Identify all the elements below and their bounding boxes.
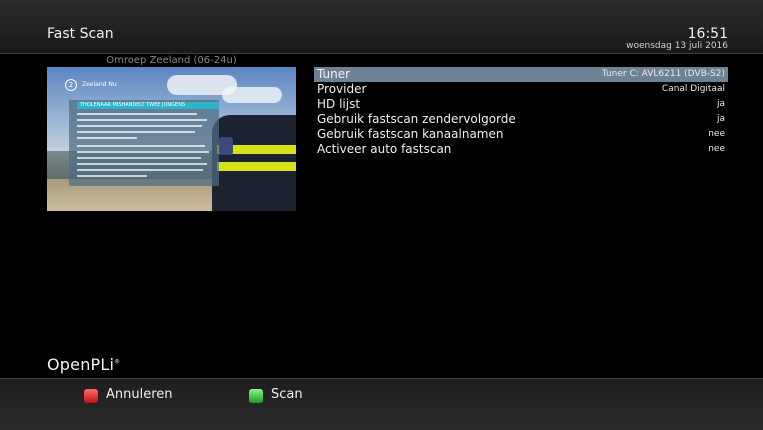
setting-label: HD lijst xyxy=(317,97,361,111)
teletext-line xyxy=(77,131,195,133)
teletext-line xyxy=(77,119,207,121)
footer-bar: Annuleren Scan xyxy=(0,378,763,430)
setting-value: nee xyxy=(708,129,725,139)
teletext-line xyxy=(77,163,207,165)
setting-row-hd-lijst[interactable]: HD lijst ja xyxy=(314,97,728,112)
tv-preview: 2 Zeeland Nu THOLENAAR MISHANDELT TWEE J… xyxy=(47,67,296,211)
setting-row-tuner[interactable]: Tuner Tuner C: AVL6211 (DVB-S2) xyxy=(314,67,728,82)
page-title: Fast Scan xyxy=(47,26,114,42)
setting-row-auto-fastscan[interactable]: Activeer auto fastscan nee xyxy=(314,142,728,157)
teletext-line xyxy=(77,169,203,171)
clock: 16:51 xyxy=(687,26,728,42)
setting-value: ja xyxy=(716,114,725,124)
setting-value: ja xyxy=(716,99,725,109)
preview-cloud xyxy=(222,87,282,103)
channel-name: Omroep Zeeland (06-24u) xyxy=(106,55,237,66)
preview-reflective-stripe xyxy=(217,162,296,171)
setting-label: Tuner xyxy=(317,67,351,81)
setting-row-zendervolgorde[interactable]: Gebruik fastscan zendervolgorde ja xyxy=(314,112,728,127)
setting-row-kanaalnamen[interactable]: Gebruik fastscan kanaalnamen nee xyxy=(314,127,728,142)
setting-value: nee xyxy=(708,144,725,154)
station-tag: Zeeland Nu xyxy=(82,81,117,88)
teletext-line xyxy=(77,151,209,153)
setting-row-provider[interactable]: Provider Canal Digitaal xyxy=(314,82,728,97)
cancel-button[interactable]: Annuleren xyxy=(106,387,173,402)
setting-label: Gebruik fastscan kanaalnamen xyxy=(317,127,504,141)
teletext-line xyxy=(77,113,197,115)
teletext-line xyxy=(77,125,202,127)
brand-name: OpenPLi xyxy=(47,355,115,374)
green-key-icon[interactable] xyxy=(249,389,263,403)
teletext-line xyxy=(77,157,201,159)
red-key-icon[interactable] xyxy=(84,389,98,403)
channel-logo-icon: 2 xyxy=(65,79,77,91)
settings-list: Tuner Tuner C: AVL6211 (DVB-S2) Provider… xyxy=(314,67,728,157)
teletext-line xyxy=(77,145,205,147)
preview-police-badge xyxy=(219,137,233,155)
setting-value: Tuner C: AVL6211 (DVB-S2) xyxy=(601,69,725,79)
header-bar: Fast Scan 16:51 woensdag 13 juli 2016 xyxy=(0,0,763,54)
date-label: woensdag 13 juli 2016 xyxy=(626,41,728,51)
scan-button[interactable]: Scan xyxy=(271,387,303,402)
teletext-line xyxy=(77,175,147,177)
setting-label: Activeer auto fastscan xyxy=(317,142,452,156)
registered-mark: ® xyxy=(114,358,121,366)
teletext-line xyxy=(77,137,137,139)
setting-value: Canal Digitaal xyxy=(661,84,725,94)
setting-label: Provider xyxy=(317,82,367,96)
openpli-logo: OpenPLi® xyxy=(47,355,120,374)
teletext-headline: THOLENAAR MISHANDELT TWEE JONGENS xyxy=(77,102,219,109)
setting-label: Gebruik fastscan zendervolgorde xyxy=(317,112,516,126)
